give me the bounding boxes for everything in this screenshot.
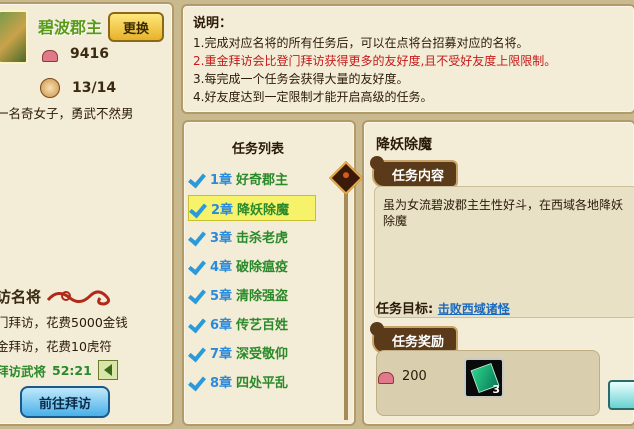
task-chapter: 3章 xyxy=(210,230,233,246)
general-intro: 一名奇女子，勇武不然男 xyxy=(0,106,134,121)
completed-check-icon xyxy=(188,372,206,390)
change-general-button[interactable]: 更换 xyxy=(108,12,164,42)
friendship-row: 9416 xyxy=(40,46,109,62)
task-name: 四处平乱 xyxy=(236,375,289,391)
task-chapter: 7章 xyxy=(210,346,233,362)
task-name: 破除瘟疫 xyxy=(236,259,289,275)
task-progress-icon xyxy=(40,78,60,98)
task-item[interactable]: 6章 传艺百姓 xyxy=(188,311,314,335)
reward-item-slot[interactable]: 3 xyxy=(464,358,504,398)
cloud-swirl-icon xyxy=(46,290,111,306)
task-progress-value: 13/14 xyxy=(72,80,117,96)
reward-item-count: 3 xyxy=(492,383,500,396)
go-visit-button[interactable]: 前往拜访 xyxy=(20,386,110,418)
task-content-tag: 任务内容 xyxy=(369,156,457,186)
task-goal-link[interactable]: 击败西域诸怪 xyxy=(438,302,510,316)
completed-check-icon xyxy=(189,199,207,217)
progress-row: 13/14 xyxy=(40,78,116,98)
instructions-title: 说明： xyxy=(193,16,233,31)
task-chapter: 4章 xyxy=(210,259,233,275)
task-list-title: 任务列表 xyxy=(232,142,285,157)
task-chapter: 5章 xyxy=(210,288,233,304)
accept-task-button[interactable] xyxy=(608,380,634,410)
task-reward-tag: 任务奖励 xyxy=(369,322,457,352)
instruction-item: 4.好友度达到一定限制才能开启高级的任务。 xyxy=(193,90,433,104)
task-list-scrollbar[interactable] xyxy=(344,174,348,420)
friendship-icon xyxy=(40,46,58,62)
completed-check-icon xyxy=(188,343,206,361)
task-item-selected[interactable]: 2章 降妖除魔 xyxy=(188,195,316,221)
task-item[interactable]: 1章 好奇郡主 xyxy=(188,166,314,190)
visit-option-gold[interactable]: 金拜访，花费10虎符 xyxy=(0,336,112,355)
timer-value: 52:21 xyxy=(52,362,92,378)
visit-timer: 拜访武将 52:21 xyxy=(0,360,118,380)
completed-check-icon xyxy=(188,256,206,274)
task-chapter: 8章 xyxy=(210,375,233,391)
task-chapter: 1章 xyxy=(210,172,233,188)
reward-amount: 200 xyxy=(402,368,427,384)
task-name: 降妖除魔 xyxy=(237,202,290,218)
completed-check-icon xyxy=(188,314,206,332)
instruction-item: 3.每完成一个任务会获得大量的友好度。 xyxy=(193,72,409,86)
friendship-icon xyxy=(376,368,394,384)
task-name: 击杀老虎 xyxy=(236,230,289,246)
general-avatar xyxy=(0,10,28,64)
task-name: 传艺百姓 xyxy=(236,317,289,333)
task-detail-title: 降妖除魔 xyxy=(376,137,432,153)
completed-check-icon xyxy=(188,227,206,245)
task-list-panel: 任务列表 1章 好奇郡主 2章 降妖除魔 3章 击杀老虎 4章 破除瘟疫 5章 … xyxy=(182,120,363,426)
task-detail-panel: 降妖除魔 任务内容 虽为女流碧波郡主生性好斗，在西域各地降妖除魔 任务目标: 击… xyxy=(362,120,634,426)
task-name: 好奇郡主 xyxy=(236,172,289,188)
general-panel: 碧波郡主 更换 9416 13/14 一名奇女子，勇武不然男 访名将 门拜访，花… xyxy=(0,2,174,426)
visit-option-normal[interactable]: 门拜访，花费5000金钱 xyxy=(0,312,128,331)
completed-check-icon xyxy=(188,169,206,187)
reward-friendship: 200 xyxy=(376,368,427,384)
task-name: 深受敬仰 xyxy=(236,346,289,362)
task-item[interactable]: 8章 四处平乱 xyxy=(188,369,314,393)
task-chapter: 2章 xyxy=(211,202,234,218)
task-item[interactable]: 4章 破除瘟疫 xyxy=(188,253,314,277)
task-item[interactable]: 3章 击杀老虎 xyxy=(188,224,314,248)
task-item[interactable]: 5章 清除强盗 xyxy=(188,282,314,306)
visit-title: 访名将 xyxy=(0,288,42,306)
task-item[interactable]: 7章 深受敬仰 xyxy=(188,340,314,364)
scroll-thumb[interactable] xyxy=(329,161,363,195)
friendship-value: 9416 xyxy=(70,46,109,62)
general-name: 碧波郡主 xyxy=(38,18,103,37)
completed-check-icon xyxy=(188,285,206,303)
task-content-text: 虽为女流碧波郡主生性好斗，在西域各地降妖除魔 xyxy=(383,198,624,228)
timer-label: 拜访武将 xyxy=(0,363,47,379)
speed-up-icon[interactable] xyxy=(97,360,118,380)
task-name: 清除强盗 xyxy=(236,288,289,304)
instructions-panel: 说明： 1.完成对应名将的所有任务后，可以在点将台招募对应的名将。 2.重金拜访… xyxy=(181,4,634,114)
task-chapter: 6章 xyxy=(210,317,233,333)
task-goal: 任务目标: 击败西域诸怪 xyxy=(376,298,510,317)
task-goal-label: 任务目标: xyxy=(376,302,434,317)
instruction-item: 2.重金拜访会比登门拜访获得更多的友好度,且不受好友度上限限制。 xyxy=(193,54,557,68)
instruction-item: 1.完成对应名将的所有任务后，可以在点将台招募对应的名将。 xyxy=(193,36,529,50)
